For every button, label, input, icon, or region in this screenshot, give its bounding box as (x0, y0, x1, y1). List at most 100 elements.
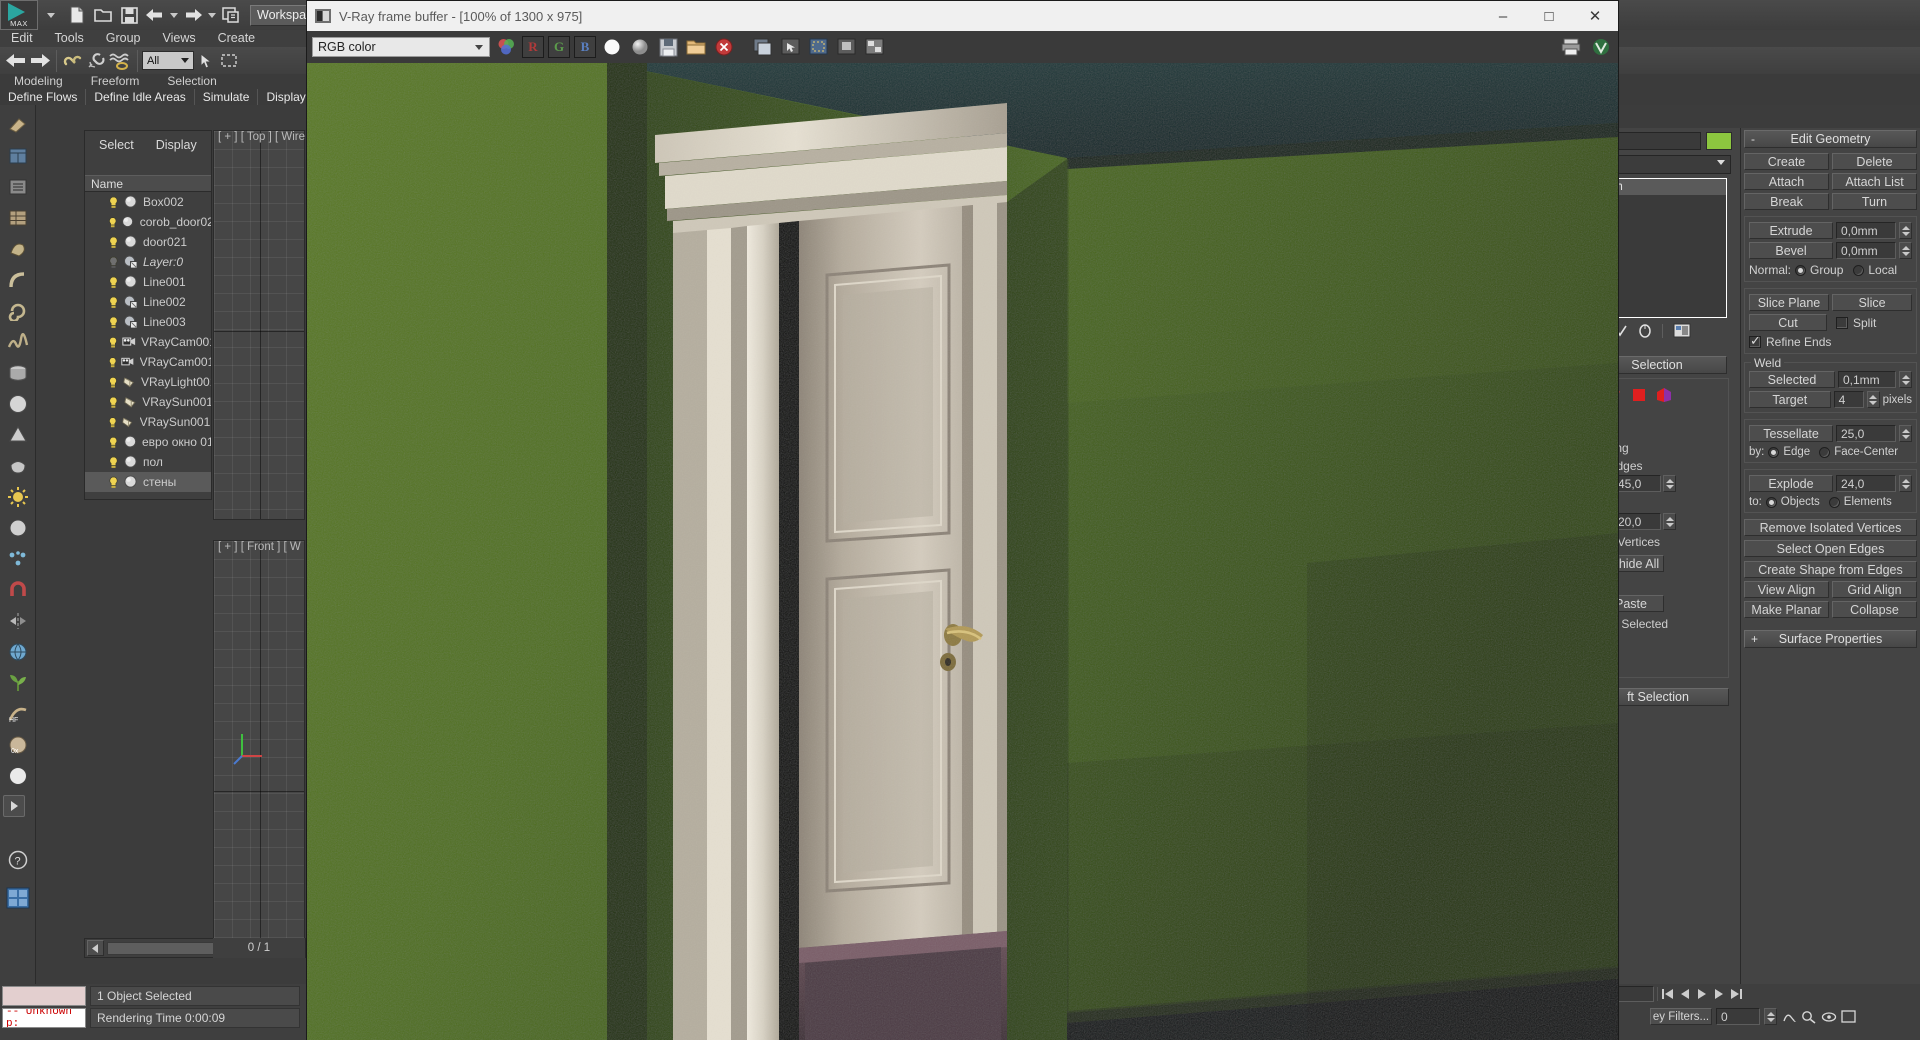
duplicate-vfb-icon[interactable] (750, 35, 774, 59)
next-frame-icon[interactable] (1712, 988, 1726, 1000)
explode-to-elements-radio[interactable] (1828, 496, 1840, 508)
bevel-button[interactable]: Bevel (1749, 242, 1833, 259)
tool-magnet-icon[interactable] (3, 575, 33, 605)
track-scroll-left-button[interactable] (87, 940, 104, 956)
scene-explorer-list[interactable]: Box002 corob_door022 door021 Layer:0 Line001… (85, 192, 211, 492)
scene-explorer-item[interactable]: Line002 (85, 292, 211, 312)
tessellate-by-edge-radio[interactable] (1768, 446, 1780, 458)
scene-explorer-item[interactable]: евро окно 01 (85, 432, 211, 452)
layer-visibility-icon[interactable] (107, 356, 118, 369)
scene-explorer-item[interactable]: Box002 (85, 192, 211, 212)
previous-frame-icon[interactable] (1678, 988, 1692, 1000)
ribbon-btn-simulate[interactable]: Simulate (195, 89, 259, 105)
app-menu-caret-icon[interactable] (38, 2, 64, 28)
tessellate-spinner[interactable] (1899, 425, 1912, 442)
weld-selected-threshold-field[interactable]: 0,1mm (1838, 371, 1896, 388)
tool-cone-icon[interactable] (3, 420, 33, 450)
normals-scale-spinner[interactable] (1663, 513, 1676, 530)
scene-explorer-menu-select[interactable]: Select (99, 138, 134, 152)
create-shape-from-edges-button[interactable]: Create Shape from Edges (1744, 561, 1917, 578)
tool-table-icon[interactable] (3, 203, 33, 233)
play-animation-icon[interactable] (1695, 988, 1709, 1000)
maxscript-mini-listener-input[interactable]: -- Unknown p: (2, 1008, 86, 1028)
ribbon-tab-selection[interactable]: Selection (153, 74, 230, 89)
red-channel-icon[interactable]: R (522, 36, 544, 58)
scene-explorer-item[interactable]: Line001 (85, 272, 211, 292)
explode-button[interactable]: Explode (1749, 475, 1833, 492)
tool-teapot-icon[interactable] (3, 451, 33, 481)
tool-plant-icon[interactable] (3, 668, 33, 698)
bevel-spinner[interactable] (1899, 242, 1912, 259)
undo-dropdown-icon[interactable] (168, 2, 180, 28)
selection-region-icon[interactable] (218, 49, 242, 73)
layer-visibility-icon[interactable] (107, 256, 120, 269)
key-filters-button[interactable]: ey Filters... (1650, 1008, 1712, 1025)
vfb-close-button[interactable]: ✕ (1572, 1, 1618, 31)
bevel-amount-field[interactable]: 0,0mm (1836, 242, 1896, 259)
menu-item-group[interactable]: Group (95, 30, 152, 47)
weld-target-button[interactable]: Target (1749, 391, 1831, 408)
scene-explorer-menu-display[interactable]: Display (156, 138, 197, 152)
weld-target-spinner[interactable] (1866, 391, 1880, 408)
ribbon-btn-define-idle-areas[interactable]: Define Idle Areas (86, 89, 195, 105)
turn-button[interactable]: Turn (1832, 193, 1917, 210)
ribbon-btn-define-flows[interactable]: Define Flows (0, 89, 87, 105)
layer-visibility-icon[interactable] (107, 376, 119, 389)
tool-bend-icon[interactable] (3, 265, 33, 295)
redo-dropdown-icon[interactable] (206, 2, 218, 28)
collapse-button[interactable]: Collapse (1832, 601, 1917, 618)
track-mouse-icon[interactable] (778, 35, 802, 59)
grid-align-button[interactable]: Grid Align (1832, 581, 1917, 598)
menu-item-edit[interactable]: Edit (0, 30, 44, 47)
scene-explorer-item[interactable]: VRayLight001 (85, 372, 211, 392)
blue-channel-icon[interactable]: B (574, 36, 596, 58)
ribbon-tab-modeling[interactable]: Modeling (0, 74, 77, 89)
view-align-button[interactable]: View Align (1744, 581, 1829, 598)
go-to-end-icon[interactable] (1729, 988, 1743, 1000)
layer-visibility-icon[interactable] (107, 476, 120, 489)
attach-button[interactable]: Attach (1744, 173, 1829, 190)
pan-view-icon[interactable] (1781, 1010, 1797, 1024)
tool-sphere-icon[interactable] (3, 389, 33, 419)
scene-explorer-item[interactable]: пол (85, 452, 211, 472)
layer-visibility-icon[interactable] (107, 436, 120, 449)
layer-visibility-icon[interactable] (107, 276, 120, 289)
weld-target-pixels-field[interactable]: 4 (1833, 391, 1864, 408)
extrude-amount-field[interactable]: 0,0mm (1836, 222, 1896, 239)
alpha-channel-icon[interactable] (600, 35, 624, 59)
green-channel-icon[interactable]: G (548, 36, 570, 58)
layer-visibility-icon[interactable] (107, 416, 118, 429)
soft-selection-rollout-header[interactable]: ft Selection (1601, 688, 1729, 706)
tool-cylinder-icon[interactable] (3, 358, 33, 388)
save-file-icon[interactable] (116, 2, 142, 28)
refine-ends-checkbox[interactable] (1749, 333, 1761, 349)
slice-plane-button[interactable]: Slice Plane (1749, 294, 1829, 311)
element-subobject-icon[interactable] (1656, 387, 1674, 403)
maxscript-mini-listener-output[interactable] (2, 986, 86, 1006)
object-color-swatch[interactable] (1706, 132, 1732, 150)
scene-explorer-item[interactable]: Layer:0 (85, 252, 211, 272)
monochrome-icon[interactable] (628, 35, 652, 59)
menu-item-views[interactable]: Views (151, 30, 206, 47)
tessellate-tension-field[interactable]: 25,0 (1836, 425, 1896, 442)
layer-visibility-icon[interactable] (107, 336, 119, 349)
scene-explorer-item[interactable]: VRaySun001 (85, 392, 211, 412)
modifier-stack[interactable]: e Mesh (1601, 178, 1727, 318)
modifier-list-dropdown[interactable]: e Mesh (1601, 155, 1731, 174)
extrude-button[interactable]: Extrude (1749, 222, 1833, 239)
tessellate-by-face-center-radio[interactable] (1819, 446, 1831, 458)
layer-visibility-icon[interactable] (107, 216, 118, 229)
project-folder-icon[interactable] (218, 2, 244, 28)
scene-explorer-item[interactable]: VRaySun001.T (85, 412, 211, 432)
viewport-front[interactable] (213, 540, 305, 950)
menu-item-create[interactable]: Create (207, 30, 267, 47)
orbit-view-icon[interactable] (1821, 1010, 1837, 1024)
tool-window-icon[interactable] (3, 141, 33, 171)
tool-paint-icon[interactable] (3, 110, 33, 140)
vfb-minimize-button[interactable]: – (1480, 1, 1526, 31)
scene-explorer-item[interactable]: стены (85, 472, 211, 492)
print-icon[interactable] (1559, 35, 1583, 59)
undo-icon[interactable] (142, 2, 168, 28)
viewport-top[interactable] (213, 130, 305, 520)
tool-sphere2-icon[interactable] (3, 761, 33, 791)
